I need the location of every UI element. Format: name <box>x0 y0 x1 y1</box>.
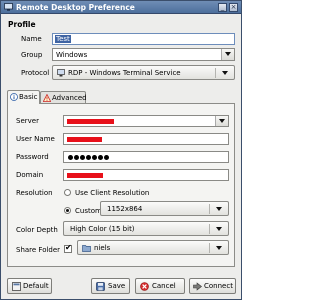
connect-icon <box>193 282 202 291</box>
basic-tab-panel: Server User Name Password Domain Resolut… <box>7 103 235 267</box>
domain-label: Domain <box>16 171 44 179</box>
resolution-label: Resolution <box>16 189 53 197</box>
group-label: Group <box>21 51 43 59</box>
default-icon <box>12 282 21 291</box>
cancel-icon <box>140 282 149 291</box>
domain-input[interactable] <box>63 169 229 181</box>
share-folder-checkbox[interactable]: ✔ <box>64 243 72 253</box>
dialog-window: Remote Desktop Preference _ × Profile Na… <box>0 0 242 300</box>
save-icon <box>96 282 105 291</box>
password-mask <box>68 155 109 160</box>
default-button-label: Default <box>23 282 49 290</box>
group-combobox[interactable]: Windows <box>52 48 235 61</box>
chevron-down-icon <box>219 119 225 123</box>
group-dropdown-button[interactable] <box>221 49 234 60</box>
chevron-down-icon <box>216 246 222 250</box>
server-redaction <box>67 119 114 124</box>
save-button-label: Save <box>108 282 126 290</box>
color-depth-label: Color Depth <box>16 226 58 234</box>
tab-basic-label: Basic <box>19 93 38 101</box>
chevron-down-icon <box>225 52 231 56</box>
color-depth-separator <box>209 224 210 234</box>
minimize-button[interactable]: _ <box>218 3 227 12</box>
name-label: Name <box>21 35 42 43</box>
resolution-separator <box>209 204 210 214</box>
name-value: Test <box>55 35 71 43</box>
protocol-value: RDP - Windows Terminal Service <box>68 69 181 77</box>
chevron-down-icon <box>222 71 228 75</box>
resolution-client-label[interactable]: Use Client Resolution <box>75 189 149 197</box>
color-depth-value: High Color (15 bit) <box>70 225 135 233</box>
info-icon <box>10 93 18 101</box>
tab-advanced-label: Advanced <box>52 94 87 102</box>
domain-redaction <box>67 173 103 178</box>
resolution-custom-radio[interactable] <box>64 207 71 214</box>
warning-icon <box>43 94 51 102</box>
share-folder-label: Share Folder <box>16 246 61 254</box>
window-title: Remote Desktop Preference <box>16 3 135 12</box>
username-input[interactable] <box>63 133 229 145</box>
share-folder-select[interactable]: niels <box>77 240 229 255</box>
save-button[interactable]: Save <box>91 278 130 294</box>
connect-button-label: Connect <box>204 282 233 290</box>
protocol-label: Protocol <box>21 69 50 77</box>
protocol-separator <box>215 68 216 78</box>
minimize-icon: _ <box>220 3 225 11</box>
server-label: Server <box>16 117 39 125</box>
folder-icon <box>82 245 91 252</box>
password-label: Password <box>16 153 49 161</box>
share-folder-value: niels <box>94 244 111 252</box>
title-bar[interactable]: Remote Desktop Preference _ × <box>1 1 241 14</box>
protocol-select[interactable]: RDP - Windows Terminal Service <box>52 65 235 80</box>
chevron-down-icon <box>216 207 222 211</box>
username-label: User Name <box>16 135 55 143</box>
group-value: Windows <box>56 51 88 59</box>
checkmark-icon: ✔ <box>65 243 72 252</box>
chevron-down-icon <box>216 227 222 231</box>
cancel-button[interactable]: Cancel <box>135 278 185 294</box>
resolution-value: 1152x864 <box>107 205 143 213</box>
close-button[interactable]: × <box>229 3 238 12</box>
close-icon: × <box>230 3 237 11</box>
tab-basic[interactable]: Basic <box>7 90 40 104</box>
resolution-custom-label[interactable]: Custom <box>75 207 102 215</box>
remote-desktop-icon <box>4 3 13 11</box>
profile-heading: Profile <box>8 20 36 29</box>
color-depth-select[interactable]: High Color (15 bit) <box>63 221 229 236</box>
username-redaction <box>67 137 102 142</box>
server-input[interactable] <box>63 115 229 127</box>
share-folder-separator <box>209 243 210 253</box>
default-button[interactable]: Default <box>7 278 52 294</box>
password-input[interactable] <box>63 151 229 163</box>
resolution-select[interactable]: 1152x864 <box>100 201 229 216</box>
cancel-button-label: Cancel <box>152 282 176 290</box>
resolution-client-radio[interactable] <box>64 189 71 196</box>
name-input[interactable]: Test <box>52 33 235 45</box>
server-dropdown-button[interactable] <box>215 116 228 126</box>
connect-button[interactable]: Connect <box>189 278 236 294</box>
rdp-icon <box>57 69 65 77</box>
